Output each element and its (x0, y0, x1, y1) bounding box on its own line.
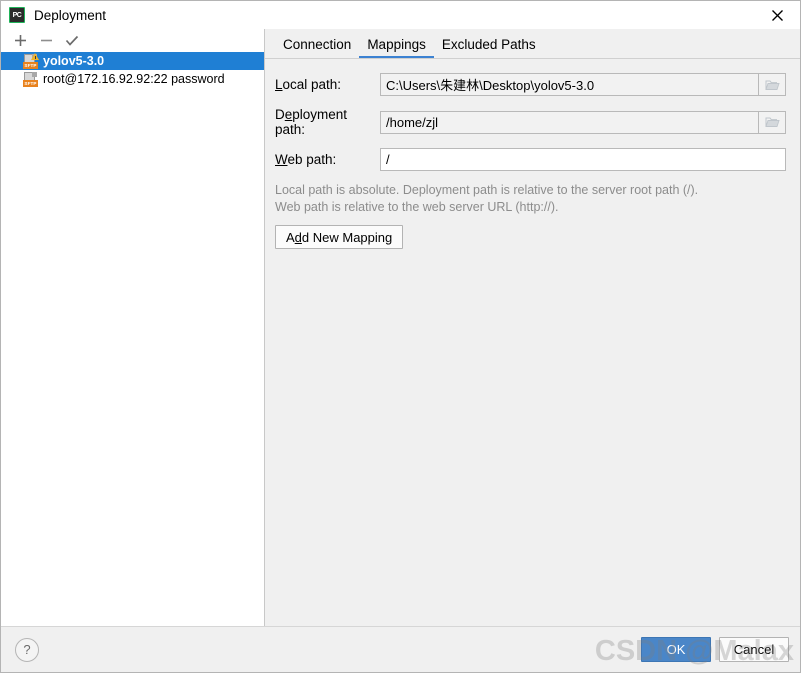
deployment-path-input[interactable] (380, 110, 759, 134)
web-path-row: Web path: (275, 148, 786, 171)
deployment-dialog: PC Deployment SFTP yolov5-3.0 SFTP root@… (0, 0, 801, 673)
server-list-item-root[interactable]: SFTP root@172.16.92.92:22 password (1, 70, 264, 88)
server-list-item-yolov5[interactable]: SFTP yolov5-3.0 (1, 52, 264, 70)
add-new-mapping-button[interactable]: Add New Mapping (275, 225, 404, 249)
window-title: Deployment (34, 7, 107, 23)
mappings-form: Local path: C:\Users\朱建林\Desktop\yolov5-… (265, 59, 800, 626)
dialog-body: SFTP yolov5-3.0 SFTP root@172.16.92.92:2… (1, 29, 800, 626)
pycharm-icon-text: PC (12, 11, 22, 19)
tab-connection[interactable]: Connection (275, 31, 359, 58)
close-icon[interactable] (754, 1, 800, 29)
add-server-button[interactable] (7, 29, 33, 51)
web-path-label: Web path: (275, 152, 337, 167)
server-list[interactable]: SFTP yolov5-3.0 SFTP root@172.16.92.92:2… (1, 51, 264, 626)
cancel-button[interactable]: Cancel (719, 637, 789, 662)
mapping-hint: Local path is absolute. Deployment path … (275, 182, 786, 216)
help-button[interactable]: ? (15, 637, 39, 662)
remove-server-button[interactable] (33, 29, 59, 51)
ok-button[interactable]: OK (641, 637, 711, 662)
tab-mappings[interactable]: Mappings (359, 31, 434, 58)
sftp-icon: SFTP (23, 71, 38, 87)
pycharm-icon: PC (9, 7, 25, 23)
deployment-path-field-wrap (380, 110, 786, 134)
tab-bar: Connection Mappings Excluded Paths (265, 29, 800, 59)
tab-excluded-paths[interactable]: Excluded Paths (434, 31, 544, 58)
dialog-footer: ? OK Cancel CSDN @Malax (1, 626, 800, 672)
deployment-path-row: Deployment path: (275, 107, 786, 137)
local-path-label: Local path: (275, 77, 342, 92)
title-bar: PC Deployment (1, 1, 800, 29)
local-path-field-wrap (380, 73, 786, 96)
deployment-path-browse-button[interactable] (759, 110, 786, 134)
server-list-item-label: yolov5-3.0 (43, 54, 105, 68)
server-list-toolbar (1, 29, 264, 51)
sftp-warning-icon: SFTP (23, 52, 39, 69)
footer-actions: OK Cancel (641, 637, 789, 662)
folder-icon (764, 79, 780, 91)
local-path-input[interactable] (380, 73, 759, 96)
server-list-item-label: root@172.16.92.92:22 password (43, 72, 225, 86)
settings-panel: Connection Mappings Excluded Paths Local… (265, 29, 800, 626)
mapping-hint-line-1: Local path is absolute. Deployment path … (275, 183, 699, 197)
set-default-server-button[interactable] (59, 29, 85, 51)
web-path-field-wrap (380, 148, 786, 171)
mapping-hint-line-2: Web path is relative to the web server U… (275, 200, 559, 214)
server-list-panel: SFTP yolov5-3.0 SFTP root@172.16.92.92:2… (1, 29, 265, 626)
folder-icon (764, 116, 780, 128)
web-path-input[interactable] (380, 148, 786, 171)
deployment-path-label: Deployment path: (275, 107, 348, 137)
local-path-row: Local path: (275, 73, 786, 96)
local-path-browse-button[interactable] (759, 73, 786, 96)
